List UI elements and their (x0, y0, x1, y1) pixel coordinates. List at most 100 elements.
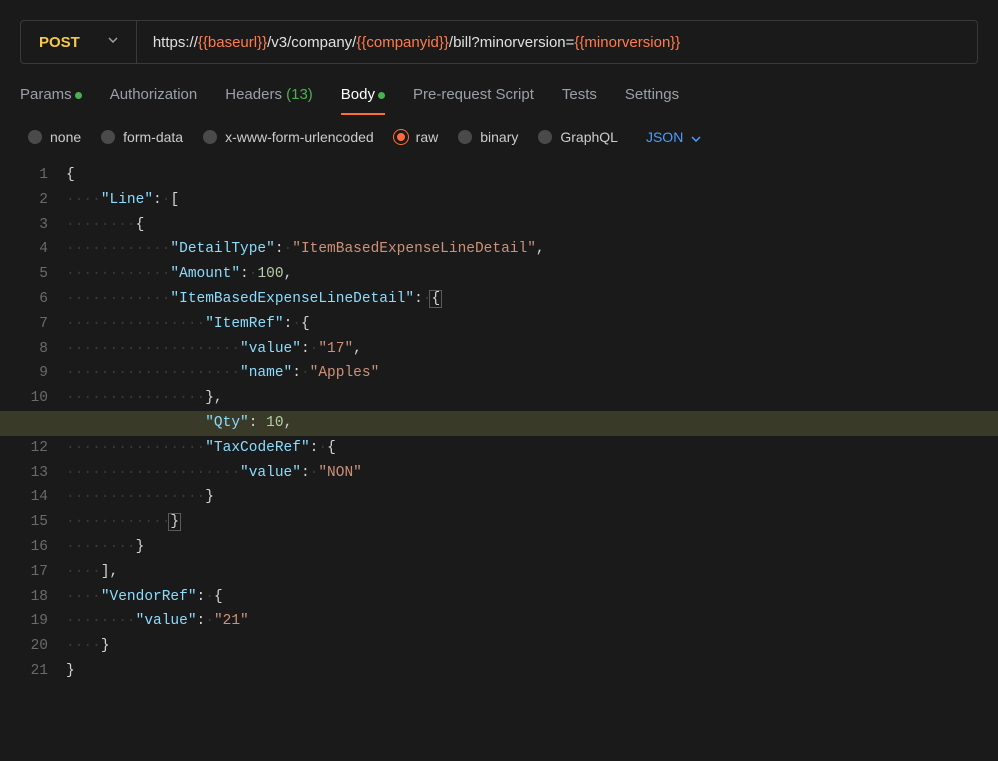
body-format-select[interactable]: JSON (646, 129, 701, 145)
code-line[interactable]: ················"TaxCodeRef":·{ (66, 436, 998, 461)
body-type-x-www-form-urlencoded[interactable]: x-www-form-urlencoded (203, 129, 374, 145)
code-area[interactable]: {····"Line":·[········{············"Deta… (66, 163, 998, 684)
line-number: 15 (0, 510, 48, 535)
tab-settings[interactable]: Settings (625, 86, 679, 115)
code-line[interactable]: ····"VendorRef":·{ (66, 585, 998, 610)
line-number: 1 (0, 163, 48, 188)
token-ws: ············ (66, 266, 170, 282)
line-number: 18 (0, 585, 48, 610)
token-ws: ················ (66, 390, 205, 406)
token-ws: ···· (66, 638, 101, 654)
tab-label: Headers (225, 86, 282, 103)
token-ws: · (257, 415, 266, 431)
url-variable: {{companyid}} (356, 34, 449, 51)
tab-label: Tests (562, 86, 597, 103)
token-key: "name" (240, 365, 292, 381)
token-string: "Apples" (310, 365, 380, 381)
body-type-binary[interactable]: binary (458, 129, 518, 145)
token-ws: ···················· (66, 465, 240, 481)
token-punct: ], (101, 564, 118, 580)
tab-authorization[interactable]: Authorization (110, 86, 198, 115)
radio-icon (394, 130, 408, 144)
tab-headers[interactable]: Headers (13) (225, 86, 313, 115)
token-ws: ············ (66, 241, 170, 257)
http-method-select[interactable]: POST (21, 21, 137, 63)
token-punct: } (101, 638, 110, 654)
token-ws: ················ (66, 316, 205, 332)
code-line[interactable]: ············} (66, 510, 998, 535)
radio-icon (538, 130, 552, 144)
url-variable: {{baseurl}} (198, 34, 267, 51)
token-key: "TaxCodeRef" (205, 440, 309, 456)
token-punct: : (153, 192, 162, 208)
token-key: "value" (240, 341, 301, 357)
radio-label: GraphQL (560, 129, 618, 145)
radio-icon (28, 130, 42, 144)
token-punct: , (536, 241, 545, 257)
token-number: 100 (257, 266, 283, 282)
token-ws: ········ (66, 539, 136, 555)
code-line[interactable]: ····"Line":·[ (66, 188, 998, 213)
status-dot-icon (378, 92, 385, 99)
token-ws: · (205, 613, 214, 629)
url-input[interactable]: https://{{baseurl}}/v3/company/{{company… (137, 21, 977, 63)
code-line[interactable]: ····················"value":·"NON" (66, 461, 998, 486)
token-punct: } (66, 663, 75, 679)
tab-body[interactable]: Body (341, 86, 385, 115)
radio-label: raw (416, 129, 439, 145)
line-number: 13 (0, 461, 48, 486)
code-line[interactable]: ········} (66, 535, 998, 560)
code-line[interactable]: ····················"name":·"Apples" (66, 361, 998, 386)
token-key: "value" (240, 465, 301, 481)
code-line[interactable]: } (66, 659, 998, 684)
tab-pre-request-script[interactable]: Pre-request Script (413, 86, 534, 115)
code-editor[interactable]: 123456789101112131415161718192021 {····"… (0, 159, 998, 684)
tab-tests[interactable]: Tests (562, 86, 597, 115)
token-bracebox: } (168, 513, 181, 531)
token-punct: } (205, 489, 214, 505)
request-tabs: Params Authorization Headers (13) Body Pre-r… (0, 74, 998, 115)
token-punct: : (275, 241, 284, 257)
token-punct: { (301, 316, 310, 332)
token-key: "Line" (101, 192, 153, 208)
tab-label: Params (20, 86, 72, 103)
token-ws: · (318, 440, 327, 456)
tab-label: Settings (625, 86, 679, 103)
token-ws: ················ (66, 489, 205, 505)
url-segment: /bill?minorversion= (449, 34, 574, 51)
code-line[interactable]: ················"ItemRef":·{ (66, 312, 998, 337)
token-punct: : (197, 613, 206, 629)
body-type-raw[interactable]: raw (394, 129, 439, 145)
radio-label: none (50, 129, 81, 145)
code-line[interactable]: ····} (66, 634, 998, 659)
code-line[interactable]: ····], (66, 560, 998, 585)
code-line[interactable]: ············"ItemBasedExpenseLineDetail"… (66, 287, 998, 312)
tab-params[interactable]: Params (20, 86, 82, 115)
code-line[interactable]: ········{ (66, 213, 998, 238)
url-segment: /v3/company/ (267, 34, 356, 51)
body-format-label: JSON (646, 129, 683, 145)
token-ws: ············ (66, 514, 170, 530)
code-line[interactable]: ········"value":·"21" (66, 609, 998, 634)
token-bracebox: { (429, 290, 442, 308)
body-type-form-data[interactable]: form-data (101, 129, 183, 145)
token-number: 10 (266, 415, 283, 431)
token-ws: ···· (66, 564, 101, 580)
body-type-graphql[interactable]: GraphQL (538, 129, 618, 145)
code-line[interactable]: ················} (66, 485, 998, 510)
code-line[interactable]: ············"Amount":·100, (66, 262, 998, 287)
line-number: 2 (0, 188, 48, 213)
code-line[interactable]: { (66, 163, 998, 188)
token-punct: : (284, 316, 293, 332)
body-type-none[interactable]: none (28, 129, 81, 145)
token-string: "21" (214, 613, 249, 629)
radio-label: binary (480, 129, 518, 145)
code-line[interactable]: ············"DetailType":·"ItemBasedExpe… (66, 237, 998, 262)
code-line[interactable]: ····················"value":·"17", (66, 337, 998, 362)
url-bar: POST https://{{baseurl}}/v3/company/{{co… (20, 20, 978, 64)
code-line[interactable]: ················}, (66, 386, 998, 411)
code-line[interactable]: ················"Qty":·10, (0, 411, 998, 436)
line-number: 6 (0, 287, 48, 312)
token-ws: ···················· (66, 341, 240, 357)
token-ws: ············ (66, 291, 170, 307)
